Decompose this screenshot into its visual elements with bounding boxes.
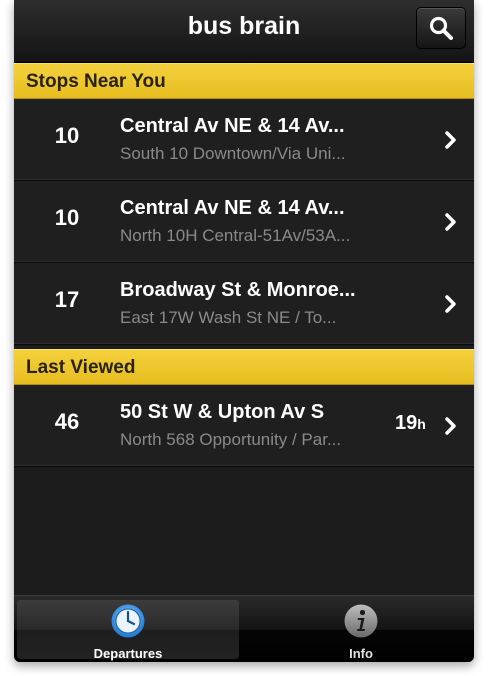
route-number: 10 — [54, 205, 80, 230]
tab-label: Info — [349, 646, 373, 661]
app-title: bus brain — [187, 12, 301, 40]
stop-row[interactable]: 17 Broadway St & Monroe... East 17W Wash… — [14, 263, 474, 345]
time-unit: h — [417, 416, 426, 432]
stop-row[interactable]: 46 50 St W & Upton Av S North 568 Opport… — [14, 385, 474, 467]
route-number: 46 — [54, 409, 80, 434]
section-header-last-viewed: Last Viewed — [14, 349, 474, 385]
search-button[interactable] — [416, 7, 466, 49]
section-header-stops-near-you: Stops Near You — [14, 63, 474, 99]
tab-departures[interactable]: Departures — [17, 600, 239, 661]
info-icon — [344, 604, 378, 638]
stop-name: 50 St W & Upton Av S — [120, 401, 325, 423]
app-screen: bus brain Stops Near You 10 Central Av N… — [14, 0, 474, 662]
tab-bar: Departures Info — [14, 595, 474, 662]
route-direction: East 17W Wash St NE / To... — [120, 308, 337, 327]
route-number: 17 — [54, 287, 80, 312]
chevron-right-icon — [445, 295, 456, 313]
stop-name: Broadway St & Monroe... — [120, 279, 356, 301]
time-value: 19 — [395, 412, 418, 434]
route-number: 10 — [54, 123, 80, 148]
section-title: Stops Near You — [26, 71, 166, 92]
route-direction: North 568 Opportunity / Par... — [120, 430, 342, 449]
tab-info[interactable]: Info — [250, 600, 472, 661]
stop-row[interactable]: 10 Central Av NE & 14 Av... North 10H Ce… — [14, 181, 474, 263]
stop-row[interactable]: 10 Central Av NE & 14 Av... South 10 Dow… — [14, 99, 474, 181]
chevron-right-icon — [445, 417, 456, 435]
route-direction: South 10 Downtown/Via Uni... — [120, 144, 346, 163]
empty-list-area — [14, 469, 474, 595]
last-viewed-time: 19h — [395, 412, 426, 435]
tab-label: Departures — [93, 646, 163, 661]
stop-name: Central Av NE & 14 Av... — [120, 115, 345, 137]
navigation-bar: bus brain — [14, 0, 474, 63]
chevron-right-icon — [445, 213, 456, 231]
route-direction: North 10H Central-51Av/53A... — [120, 226, 351, 245]
stop-name: Central Av NE & 14 Av... — [120, 197, 345, 219]
clock-icon — [111, 604, 145, 638]
search-icon — [429, 16, 453, 40]
chevron-right-icon — [445, 131, 456, 149]
section-title: Last Viewed — [26, 357, 136, 378]
